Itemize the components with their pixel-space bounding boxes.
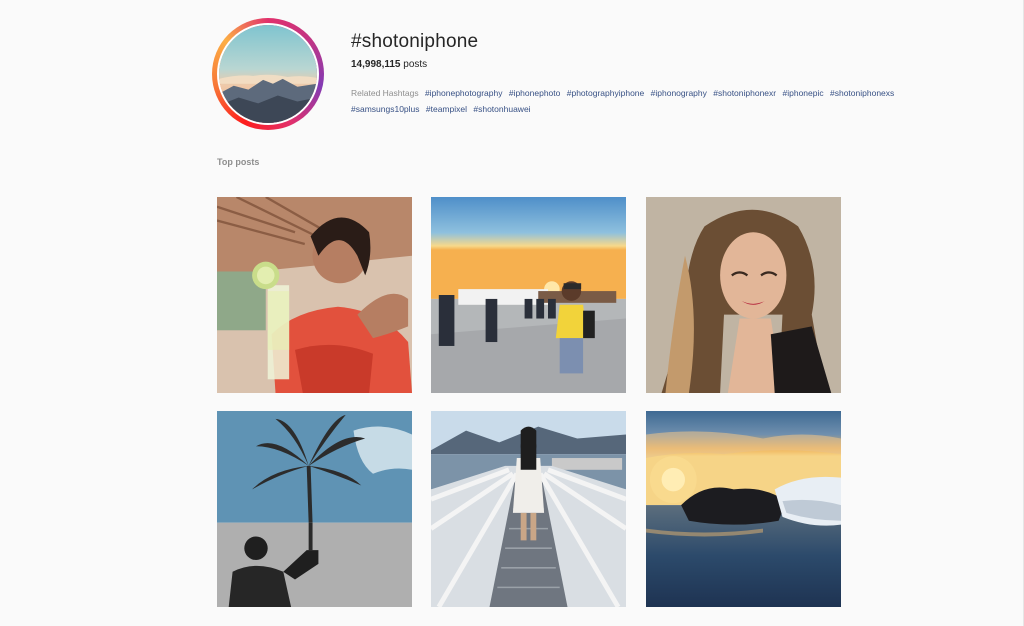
post-count-suffix: posts (400, 59, 428, 70)
hashtag-avatar[interactable] (217, 23, 319, 125)
post-thumbnail[interactable] (646, 411, 841, 607)
post-image-boardwalk-sunset (431, 197, 626, 393)
hashtag-title: #shotoniphone (351, 31, 479, 52)
related-tag-link[interactable]: #photographyiphone (567, 88, 645, 98)
related-tag-link[interactable]: #teampixel (426, 104, 467, 114)
hashtag-page: #shotoniphone 14,998,115 posts Related H… (0, 0, 1024, 626)
related-tag-link[interactable]: #iphonephotography (425, 88, 503, 98)
post-image-palm-silhouette (217, 411, 412, 607)
post-count: 14,998,115 posts (351, 59, 427, 70)
post-thumbnail[interactable] (217, 411, 412, 607)
post-thumbnail[interactable] (431, 411, 626, 607)
related-tag-link[interactable]: #shotoniphonexs (830, 88, 894, 98)
related-tag-link[interactable]: #shotonhuawei (473, 104, 530, 114)
post-thumbnail[interactable] (646, 197, 841, 393)
related-hashtags: Related Hashtags #iphonephotography #iph… (351, 85, 951, 117)
post-thumbnail[interactable] (431, 197, 626, 393)
related-tag-link[interactable]: #iphonephoto (509, 88, 561, 98)
related-tag-link[interactable]: #shotoniphonexr (713, 88, 776, 98)
mountain-landscape-image (219, 25, 317, 123)
related-tag-link[interactable]: #iphonepic (783, 88, 824, 98)
hashtag-header: #shotoniphone 14,998,115 posts Related H… (212, 18, 972, 138)
post-image-pier-walkway (431, 411, 626, 607)
post-image-woman-drink (217, 197, 412, 393)
related-hashtags-label: Related Hashtags (351, 88, 419, 98)
post-count-value: 14,998,115 (351, 59, 401, 70)
post-thumbnail[interactable] (217, 197, 412, 393)
post-image-sunset-lake (646, 411, 841, 607)
post-image-woman-portrait (646, 197, 841, 393)
related-tag-link[interactable]: #iphonography (651, 88, 707, 98)
hashtag-avatar-ring (212, 18, 324, 130)
top-posts-heading: Top posts (217, 157, 260, 167)
related-tag-link[interactable]: #samsungs10plus (351, 104, 420, 114)
